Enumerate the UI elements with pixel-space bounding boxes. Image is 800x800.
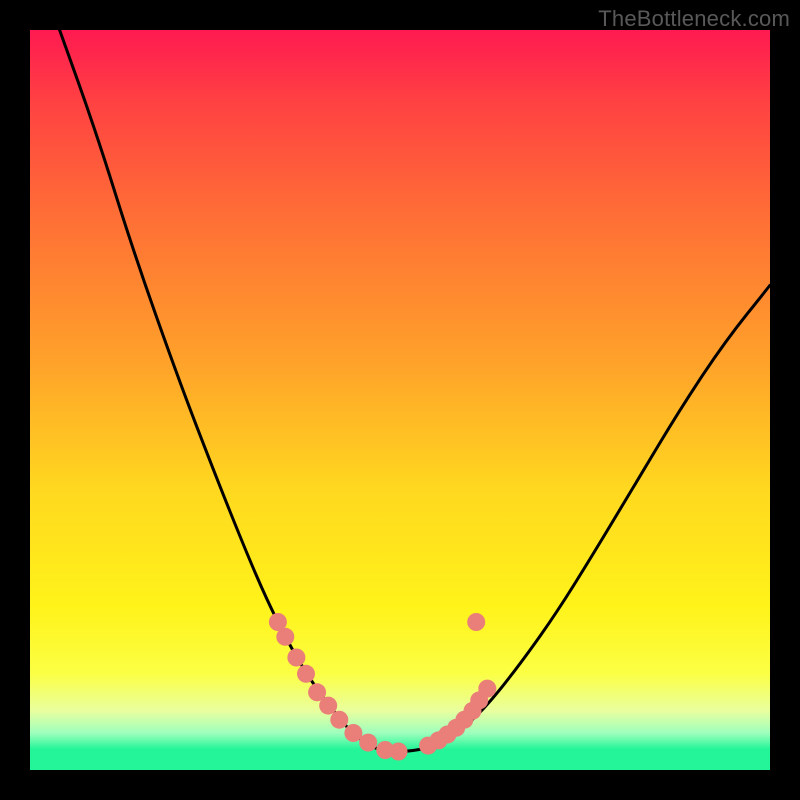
watermark-label: TheBottleneck.com [598, 6, 790, 32]
plot-area [30, 30, 770, 770]
highlight-dot [297, 665, 315, 683]
highlight-dot [478, 680, 496, 698]
highlight-dot [276, 628, 294, 646]
bottleneck-curve [60, 30, 770, 752]
highlight-dot [287, 649, 305, 667]
chart-frame: TheBottleneck.com [0, 0, 800, 800]
highlight-dot [319, 697, 337, 715]
highlight-dot [359, 734, 377, 752]
highlight-dot [390, 743, 408, 761]
highlight-dot [467, 613, 485, 631]
highlight-dot [330, 711, 348, 729]
highlight-dot [344, 724, 362, 742]
chart-svg [30, 30, 770, 770]
